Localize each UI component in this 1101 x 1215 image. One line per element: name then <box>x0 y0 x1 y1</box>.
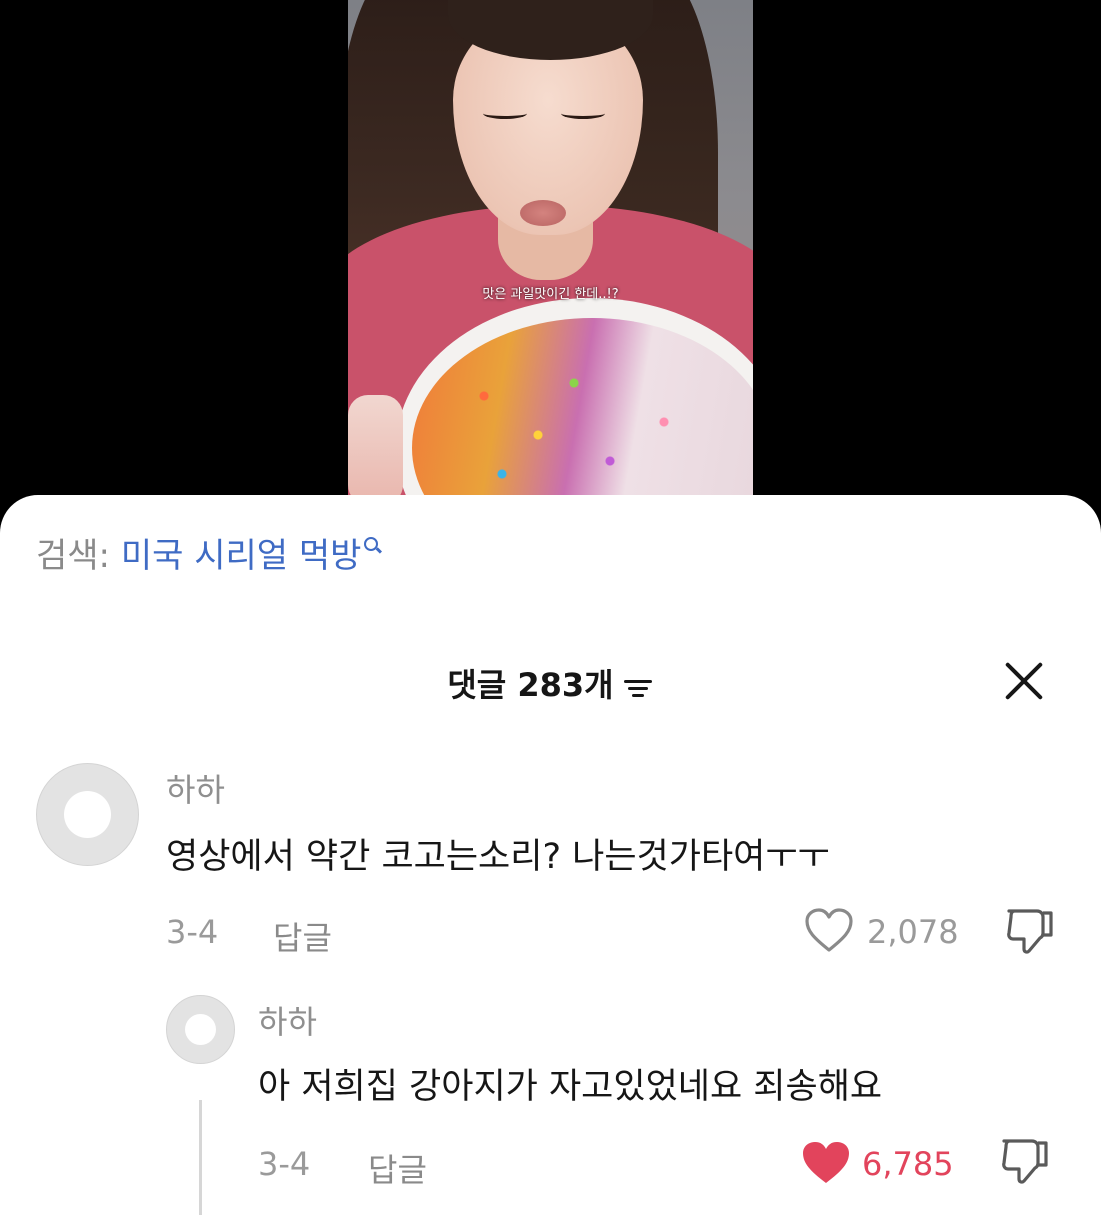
reply-button[interactable]: 답글 <box>368 1145 427 1191</box>
comments-sheet: 검색: 미국 시리얼 먹방 댓글 283개 하하 영상에서 약간 코고는소리? … <box>0 495 1101 1215</box>
dislike-icon[interactable] <box>1003 905 1057 955</box>
avatar[interactable] <box>36 763 139 866</box>
comments-count-title: 댓글 283개 <box>447 666 614 704</box>
comment-date: 3-4 <box>166 913 219 951</box>
close-icon[interactable] <box>1003 660 1045 702</box>
dislike-icon[interactable] <box>998 1135 1052 1185</box>
like-count: 2,078 <box>867 913 959 951</box>
heart-filled-icon[interactable] <box>800 1140 852 1186</box>
video-frame-eye-left <box>483 108 527 119</box>
reply-username[interactable]: 하하 <box>258 997 317 1043</box>
thread-line <box>199 1100 202 1215</box>
video-caption: 맛은 과일맛이긴 한데..!? <box>482 287 619 302</box>
comment-username[interactable]: 하하 <box>166 765 225 811</box>
search-icon <box>364 537 380 553</box>
avatar[interactable] <box>166 995 235 1064</box>
video-frame-snack <box>348 395 403 497</box>
search-suggestion[interactable]: 검색: 미국 시리얼 먹방 <box>36 536 380 576</box>
video-player[interactable]: 맛은 과일맛이긴 한데..!? <box>348 0 753 497</box>
sort-icon[interactable] <box>623 676 654 698</box>
like-count: 6,785 <box>862 1145 954 1183</box>
reply-date: 3-4 <box>258 1145 311 1183</box>
search-prefix: 검색: <box>36 536 111 576</box>
search-query-link[interactable]: 미국 시리얼 먹방 <box>121 536 362 576</box>
reply-button[interactable]: 답글 <box>273 913 332 959</box>
video-frame-lips <box>520 200 566 226</box>
heart-outline-icon[interactable] <box>804 908 854 954</box>
comments-header: 댓글 283개 <box>0 660 1101 706</box>
reply-text: 아 저희집 강아지가 자고있었네요 죄송해요 <box>258 1067 883 1107</box>
comment-text: 영상에서 약간 코고는소리? 나는것가타여ㅜㅜ <box>166 837 830 877</box>
video-frame-eye-right <box>561 108 605 119</box>
